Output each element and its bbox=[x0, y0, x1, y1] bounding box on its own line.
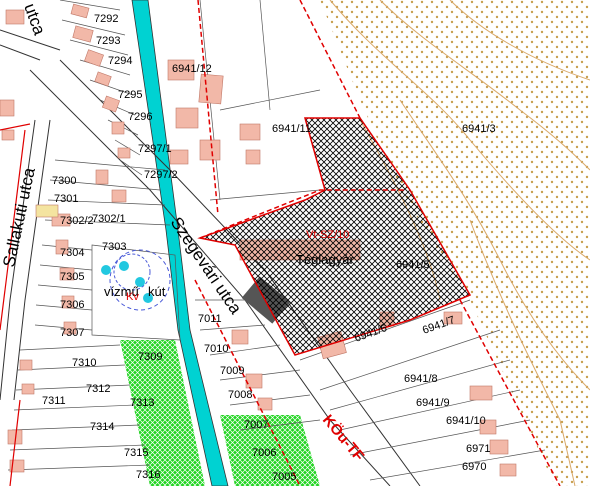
parcel-label: 7313 bbox=[130, 397, 154, 409]
parcel-label: 7300 bbox=[52, 175, 76, 187]
parcel-label: 7296 bbox=[128, 111, 152, 123]
parcel-label: 7294 bbox=[108, 55, 132, 67]
parcel-label: 7316 bbox=[136, 469, 160, 481]
parcel-label: 7302/2 bbox=[60, 215, 94, 227]
parcel-label: 7305 bbox=[60, 271, 84, 283]
road-label-kou: KÖu-TF bbox=[319, 412, 367, 465]
zone-label-kv: Kv bbox=[126, 291, 139, 303]
parcel-label: 7315 bbox=[124, 447, 148, 459]
parcel-label: 7306 bbox=[60, 299, 84, 311]
parcel-label: 7293 bbox=[96, 35, 120, 47]
parcel-label: 6941/9 bbox=[416, 397, 450, 409]
parcel-label: 7301 bbox=[54, 193, 78, 205]
parcel-label: 7297/2 bbox=[144, 169, 178, 181]
parcel-label: 7312 bbox=[86, 383, 110, 395]
parcel-label: 7297/1 bbox=[138, 143, 172, 155]
parcel-label: 6941/12 bbox=[172, 63, 212, 75]
parcel-label: 6970 bbox=[462, 461, 486, 473]
parcel-label: 7005 bbox=[272, 471, 296, 483]
parcel-label: 7302/1 bbox=[92, 213, 126, 225]
cadastral-map[interactable]: 7292 7293 7294 7295 7296 7297/1 7297/2 6… bbox=[0, 0, 590, 486]
parcel-label: 7006 bbox=[252, 447, 276, 459]
map-canvas: 7292 7293 7294 7295 7296 7297/1 7297/2 6… bbox=[0, 0, 590, 486]
parcel-label: 7307 bbox=[60, 327, 84, 339]
parcel-label: 7292 bbox=[94, 13, 118, 25]
parcel-label: 6941/10 bbox=[446, 415, 486, 427]
street-label-top: utca bbox=[20, 1, 49, 38]
parcel-label: 7309 bbox=[138, 351, 162, 363]
parcel-label: 7314 bbox=[90, 421, 114, 433]
parcel-label: 7007 bbox=[244, 419, 268, 431]
parcel-label: 6941/8 bbox=[404, 373, 438, 385]
label-teglagyar: Téglagyár bbox=[296, 252, 354, 267]
parcel-label: 7304 bbox=[60, 247, 84, 259]
parcel-label: 7303 bbox=[102, 241, 126, 253]
parcel-label: 7010 bbox=[204, 343, 228, 355]
road-top bbox=[0, 29, 61, 61]
street-label-sallakuti: Sallakuti utca bbox=[0, 165, 39, 268]
parcel-label: 6941/11 bbox=[272, 123, 311, 135]
parcel-label: 6971 bbox=[466, 443, 490, 455]
parcel-label: 6941/5 bbox=[396, 259, 430, 271]
parcel-label: 7009 bbox=[220, 365, 244, 377]
parcel-label: 7295 bbox=[118, 89, 142, 101]
parcel-label: 7008 bbox=[228, 389, 252, 401]
parcel-label: 7311 bbox=[42, 395, 66, 407]
label-vizmu-suffix: kút bbox=[148, 284, 166, 299]
parcel-label: 7011 bbox=[198, 313, 222, 325]
zone-label-main: Vt-SZ/10 bbox=[306, 229, 349, 241]
parcel-label: 6941/3 bbox=[462, 123, 496, 135]
parcel-label: 6941/7 bbox=[421, 314, 457, 337]
parcel-label: 7310 bbox=[72, 357, 96, 369]
